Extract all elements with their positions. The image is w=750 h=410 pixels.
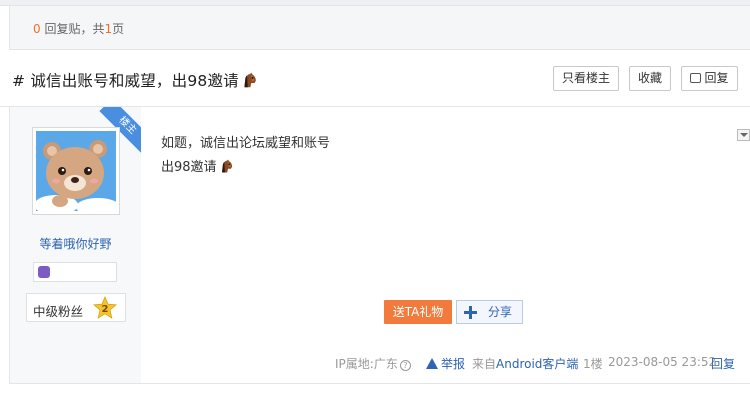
ip-location-text: IP属地:广东	[335, 357, 398, 371]
post-content: 如题，诚信出论坛威望和账号 出98邀请	[161, 132, 330, 180]
help-icon[interactable]: ?	[399, 360, 411, 371]
reply-summary-bar: 0 回复贴，共1页	[9, 6, 750, 50]
thread-title: # 诚信出账号和威望，出98邀请	[12, 69, 258, 91]
client-link[interactable]: Android客户端	[496, 357, 578, 371]
reply-button-label: 回复	[704, 71, 729, 85]
thread-title-text: # 诚信出账号和威望，出98邀请	[12, 72, 239, 90]
collect-button[interactable]: 收藏	[629, 66, 671, 91]
fan-level-box: 中级粉丝 2	[26, 293, 126, 322]
content-line-2: 出98邀请	[161, 156, 330, 180]
author-sidebar: 楼主 等着哦你好野 中级粉丝 2	[10, 107, 141, 383]
send-gift-button[interactable]: 送TA礼物	[384, 300, 452, 324]
author-name[interactable]: 等着哦你好野	[10, 235, 141, 252]
ip-location: IP属地:广东?	[335, 355, 411, 372]
warning-icon	[426, 358, 438, 369]
horse-face-emoji-icon	[244, 72, 256, 88]
report-link[interactable]: 举报	[426, 355, 465, 372]
report-label: 举报	[441, 357, 466, 371]
purple-badge-icon	[38, 266, 50, 278]
fan-level-title: 中级粉丝	[33, 304, 84, 319]
reply-count-text: 0 回复贴，共1页	[33, 20, 124, 37]
comment-icon	[690, 73, 702, 83]
share-button[interactable]: 分享	[456, 300, 523, 324]
page-count-label: 页	[112, 22, 125, 36]
content-line-2-text: 出98邀请	[161, 160, 217, 175]
level-star-icon: 2	[93, 296, 117, 319]
bear-avatar-icon	[36, 131, 116, 211]
post-datetime: 2023-08-05 23:52	[608, 355, 717, 369]
reply-count-label: 回复贴，共	[40, 22, 105, 36]
only-op-button[interactable]: 只看楼主	[553, 66, 619, 91]
post-floor-1: 楼主 等着哦你好野 中级粉丝 2 如题，诚信出论坛威望和账号 出98邀请 送TA…	[9, 107, 750, 384]
share-label: 分享	[488, 305, 513, 319]
horse-face-emoji-icon	[221, 159, 232, 173]
post-reply-link[interactable]: 回复	[711, 355, 735, 372]
content-line-1: 如题，诚信出论坛威望和账号	[161, 136, 331, 151]
post-source: 来自Android客户端	[472, 357, 579, 371]
page-count: 1	[104, 22, 113, 36]
thread-header: # 诚信出账号和威望，出98邀请 只看楼主 收藏 回复	[0, 50, 750, 107]
plus-icon	[464, 306, 477, 319]
reply-button[interactable]: 回复	[681, 66, 738, 91]
post-more-dropdown[interactable]	[737, 129, 750, 141]
author-badge	[33, 262, 117, 282]
floor-number: 1楼	[583, 357, 603, 371]
avatar[interactable]	[32, 127, 120, 215]
level-number: 2	[102, 304, 109, 315]
reply-count: 0	[33, 22, 41, 36]
